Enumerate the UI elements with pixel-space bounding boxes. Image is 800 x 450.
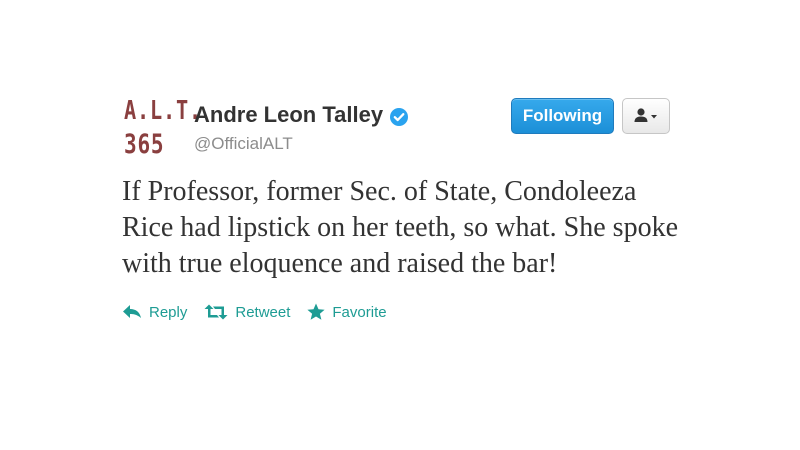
tweet-actions: Reply Retweet Favorite [122, 303, 672, 321]
tweet-header: A.L.T. 365 Andre Leon Talley @OfficialAL… [122, 96, 672, 160]
tweet-text: If Professor, former Sec. of State, Cond… [122, 176, 678, 279]
name-block: Andre Leon Talley @OfficialALT [194, 102, 409, 154]
reply-label: Reply [149, 303, 188, 321]
retweet-action[interactable]: Retweet [204, 304, 290, 321]
user-menu-button[interactable] [622, 98, 670, 134]
username[interactable]: @OfficialALT [194, 134, 408, 154]
retweet-label: Retweet [235, 303, 291, 321]
full-name-row[interactable]: Andre Leon Talley [194, 102, 409, 128]
star-icon [307, 303, 325, 320]
retweet-icon [204, 304, 228, 320]
full-name[interactable]: Andre Leon Talley [194, 102, 383, 128]
avatar[interactable]: A.L.T. 365 [122, 96, 201, 160]
avatar-line1: A.L.T. [124, 96, 202, 126]
tweet-card: A.L.T. 365 Andre Leon Talley @OfficialAL… [122, 96, 678, 321]
reply-action[interactable]: Reply [122, 304, 187, 321]
user-dropdown-icon [634, 108, 657, 122]
reply-icon [123, 305, 141, 318]
favorite-label: Favorite [332, 303, 387, 321]
following-button[interactable]: Following [511, 98, 614, 134]
verified-badge-icon [390, 106, 409, 126]
favorite-action[interactable]: Favorite [307, 303, 387, 321]
avatar-line2: 365 [124, 129, 165, 160]
